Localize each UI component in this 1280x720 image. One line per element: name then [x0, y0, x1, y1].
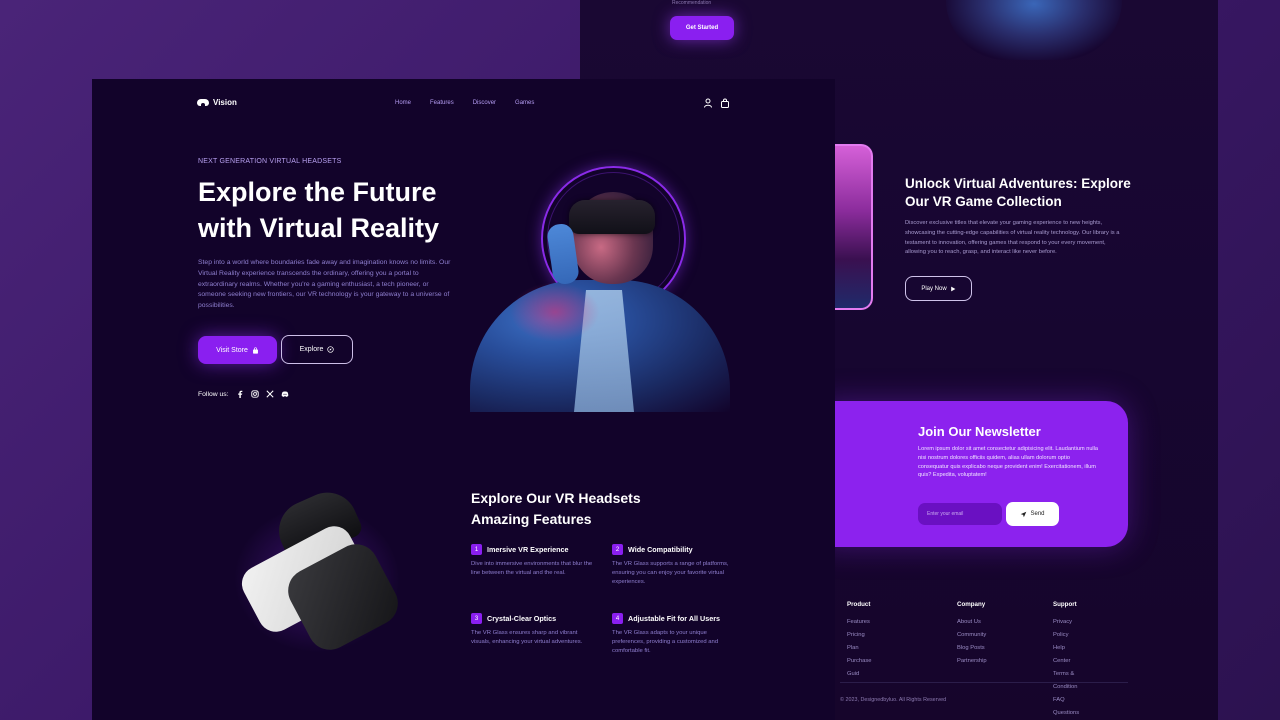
vr-person-image: [946, 0, 1122, 60]
footer-col-support: Support Privacy Policy Help Center Terms…: [1053, 601, 1079, 720]
logo-text: Vision: [213, 98, 237, 107]
footer-link[interactable]: Help Center: [1053, 642, 1079, 668]
shopping-bag-icon[interactable]: [720, 98, 730, 108]
main-nav: Home Features Discover Games: [395, 100, 534, 106]
feature-number: 2: [612, 544, 623, 555]
facebook-icon[interactable]: [236, 390, 244, 398]
feature-description: Dive into immersive environments that bl…: [471, 561, 593, 577]
explore-button[interactable]: Explore: [281, 335, 353, 364]
send-button[interactable]: Send: [1006, 502, 1059, 526]
newsletter-title: Join Our Newsletter: [918, 424, 1041, 439]
feature-title: Wide Compatibility: [628, 545, 693, 554]
game-cards-image: [835, 140, 875, 312]
hero-title-line: Explore the Future: [198, 177, 437, 207]
newsletter-section: Join Our Newsletter Lorem ipsum dolor si…: [820, 401, 1128, 547]
feature-item: 1 Imersive VR Experience Dive into immer…: [471, 544, 593, 578]
feature-item: 3 Crystal-Clear Optics The VR Glass ensu…: [471, 613, 593, 647]
footer-col-company: Company About Us Community Blog Posts Pa…: [957, 601, 987, 668]
features-title: Explore Our VR Headsets Amazing Features: [471, 488, 691, 530]
feature-header: 3 Crystal-Clear Optics: [471, 613, 593, 624]
feature-title: Adjustable Fit for All Users: [628, 614, 720, 623]
footer-link[interactable]: FAQ Questions: [1053, 694, 1079, 720]
footer-link[interactable]: Features: [847, 616, 872, 629]
send-icon: [1021, 511, 1027, 517]
get-started-button[interactable]: Get Started: [670, 16, 734, 40]
x-icon[interactable]: [266, 390, 274, 398]
games-title: Unlock Virtual Adventures: Explore Our V…: [905, 176, 1131, 209]
feature-header: 2 Wide Compatibility: [612, 544, 734, 555]
game-card: [835, 144, 873, 310]
feature-description: The VR Glass supports a range of platfor…: [612, 561, 729, 586]
footer-heading: Product: [847, 601, 871, 608]
social-links: Follow us:: [198, 390, 289, 398]
compass-icon: [327, 346, 335, 353]
vr-logo-icon: [197, 99, 209, 106]
footer-link[interactable]: Terms & Condition: [1053, 668, 1079, 694]
features-title-line: Amazing Features: [471, 511, 592, 527]
feature-number: 3: [471, 613, 482, 624]
feature-title: Imersive VR Experience: [487, 545, 569, 554]
header-actions: [703, 98, 730, 108]
hero-description: Step into a world where boundaries fade …: [198, 259, 451, 310]
footer-link[interactable]: About Us: [957, 616, 987, 629]
footer-link[interactable]: Blog Posts: [957, 642, 987, 655]
newsletter-email-input[interactable]: [918, 503, 1002, 525]
feature-title: Crystal-Clear Optics: [487, 614, 557, 623]
hero-title-line: with Virtual Reality: [198, 213, 440, 243]
newsletter-text: Lorem ipsum dolor sit amet consectetur a…: [918, 446, 1099, 479]
discord-icon[interactable]: [281, 390, 289, 398]
feature-description: The VR Glass ensures sharp and vibrant v…: [471, 630, 583, 646]
hero-eyebrow: NEXT GENERATION VIRTUAL HEADSETS: [198, 158, 342, 165]
play-now-button[interactable]: Play Now: [905, 276, 972, 301]
footer-link[interactable]: Partnership: [957, 655, 987, 668]
footer-heading: Support: [1053, 601, 1077, 608]
hero-vr-person-image: [470, 162, 730, 412]
explore-label: Explore: [299, 346, 324, 353]
footer-link[interactable]: Pricing Plan: [847, 629, 872, 655]
feature-number: 1: [471, 544, 482, 555]
play-icon: [950, 286, 956, 291]
feature-item: 2 Wide Compatibility The VR Glass suppor…: [612, 544, 734, 588]
nav-discover[interactable]: Discover: [473, 100, 496, 106]
feature-header: 1 Imersive VR Experience: [471, 544, 593, 555]
user-icon[interactable]: [703, 98, 713, 108]
features-title-line: Explore Our VR Headsets: [471, 490, 641, 506]
landing-page-main: Vision Home Features Discover Games NEXT…: [92, 79, 835, 720]
instagram-icon[interactable]: [250, 390, 259, 398]
play-now-label: Play Now: [921, 285, 947, 292]
logo[interactable]: Vision: [197, 98, 237, 107]
feature-number: 4: [612, 613, 623, 624]
feature-header: 4 Adjustable Fit for All Users: [612, 613, 734, 624]
nav-features[interactable]: Features: [430, 100, 454, 106]
bag-icon: [252, 346, 258, 354]
footer-link[interactable]: Privacy Policy: [1053, 616, 1079, 642]
games-description: Discover exclusive titles that elevate y…: [905, 220, 1120, 256]
vr-headset-product-image: [217, 483, 417, 669]
send-label: Send: [1030, 511, 1045, 517]
feature-description: The VR Glass adapts to your unique prefe…: [612, 630, 719, 655]
feature-item: 4 Adjustable Fit for All Users The VR Gl…: [612, 613, 734, 657]
footer-col-product: Product Features Pricing Plan Purchase G…: [847, 601, 872, 681]
hero-title: Explore the Future with Virtual Reality: [198, 174, 498, 246]
footer-divider: [840, 682, 1128, 683]
top-text: Recommendation: [672, 0, 712, 6]
nav-home[interactable]: Home: [395, 100, 411, 106]
visit-store-label: Visit Store: [216, 346, 248, 354]
copyright: © 2023, Designedbyluo. All Rights Reserv…: [840, 697, 947, 703]
vr-headset: [569, 200, 655, 234]
follow-label: Follow us:: [198, 390, 229, 398]
nav-games[interactable]: Games: [515, 100, 534, 106]
visit-store-button[interactable]: Visit Store: [198, 336, 277, 364]
footer-heading: Company: [957, 601, 986, 608]
footer-link[interactable]: Community: [957, 629, 987, 642]
red-glow: [510, 282, 600, 342]
footer-link[interactable]: Purchase Guid: [847, 655, 872, 681]
